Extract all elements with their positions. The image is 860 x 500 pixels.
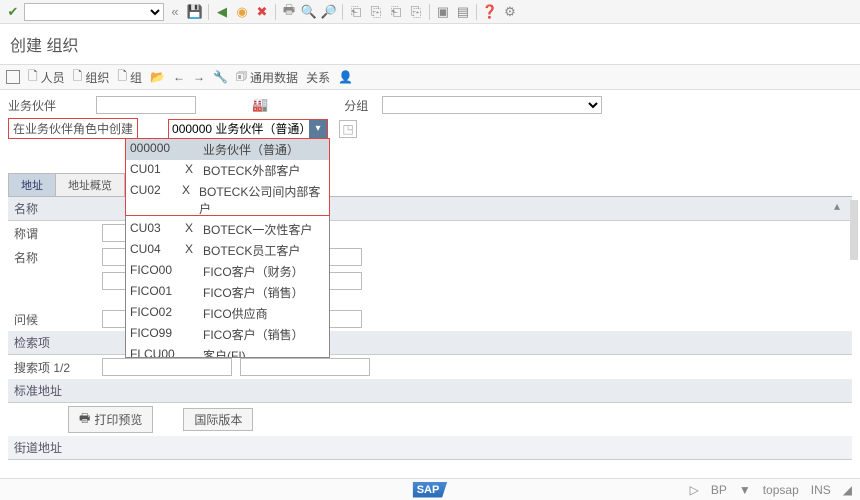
print-icon[interactable]: 🖶 — [280, 3, 298, 21]
name-field-label: 名称 — [14, 249, 94, 266]
role-dropdown-list: 000000业务伙伴（普通）CU01XBOTECK外部客户CU02XBOTECK… — [125, 138, 330, 358]
layout-icon[interactable]: ▤ — [454, 3, 472, 21]
group-label: 分组 — [344, 97, 374, 114]
dropdown-item[interactable]: CU01XBOTECK外部客户 — [126, 160, 329, 181]
check-icon[interactable]: 🔧 — [213, 70, 228, 84]
page-first-icon[interactable]: ⎗ — [347, 3, 365, 21]
cancel-icon[interactable]: ✖ — [253, 3, 271, 21]
dropdown-item[interactable]: FICO99FICO客户（销售） — [126, 324, 329, 345]
role-dropdown[interactable]: 000000 业务伙伴（普通） ▾ — [168, 119, 328, 139]
search1-input[interactable] — [102, 358, 232, 376]
dropdown-item[interactable]: FICO00FICO客户（财务） — [126, 261, 329, 282]
find-next-icon[interactable]: 🔎 — [320, 3, 338, 21]
greeting-label: 问候 — [14, 311, 94, 328]
footer-mode: INS — [811, 483, 831, 497]
role-value: 000000 业务伙伴（普通） — [169, 120, 309, 137]
group-button[interactable]: 🗋 组 — [117, 67, 142, 88]
folder-icon[interactable]: 📂 — [150, 70, 165, 84]
dropdown-item[interactable]: FICO01FICO客户（销售） — [126, 282, 329, 303]
partner-input[interactable] — [96, 96, 196, 114]
back-icon[interactable]: ◀ — [213, 3, 231, 21]
relation-button[interactable]: 关系 — [306, 69, 330, 86]
group-select[interactable] — [382, 96, 602, 114]
scrollbar[interactable] — [850, 200, 858, 260]
relation-label: 关系 — [306, 69, 330, 86]
street-header: 街道地址 — [8, 436, 852, 460]
dropdown-item[interactable]: CU04XBOTECK员工客户 — [126, 240, 329, 261]
search2-input[interactable] — [240, 358, 370, 376]
footer-user: topsap — [763, 483, 799, 497]
partner-label: 业务伙伴 — [8, 97, 88, 114]
find-icon[interactable]: 🔍 — [300, 3, 318, 21]
prev-icon[interactable]: « — [166, 3, 184, 21]
command-select[interactable] — [24, 3, 164, 21]
sub-toolbar: 🗋 人员 🗋 组织 🗋 组 📂 ← → 🔧 🗊 通用数据 关系 👤 — [0, 64, 860, 90]
title-field-label: 称谓 — [14, 225, 94, 242]
sap-logo: SAP — [413, 482, 448, 498]
addr-header: 标准地址 — [8, 379, 852, 403]
create-role-label: 在业务伙伴角色中创建 — [8, 118, 138, 139]
main-toolbar: ✔ « 💾 ◀ ◉ ✖ 🖶 🔍 🔎 ⎗ ⎘ ⎗ ⎘ ▣ ▤ ❓ ⚙ — [0, 0, 860, 24]
footer-bp: BP — [711, 483, 727, 497]
new-session-icon[interactable]: ▣ — [434, 3, 452, 21]
dropdown-item[interactable]: CU03XBOTECK一次性客户 — [126, 219, 329, 240]
page-down-icon[interactable]: ⎗ — [387, 3, 405, 21]
page-last-icon[interactable]: ⎘ — [407, 3, 425, 21]
save-icon[interactable]: 💾 — [186, 3, 204, 21]
page-up-icon[interactable]: ⎘ — [367, 3, 385, 21]
dropdown-item[interactable]: 000000业务伙伴（普通） — [126, 139, 329, 160]
footer-resize-icon: ◢ — [843, 483, 852, 497]
search12-label: 搜索项 1/2 — [14, 359, 94, 376]
tab-address[interactable]: 地址 — [8, 173, 56, 196]
dropdown-item[interactable]: FICO02FICO供应商 — [126, 303, 329, 324]
nav-prev-icon[interactable]: ← — [173, 70, 185, 84]
status-bar: SAP ▷ BP ▼ topsap INS ◢ — [0, 478, 860, 500]
page-title: 创建 组织 — [0, 24, 860, 64]
group-label: 组 — [130, 69, 142, 86]
intl-version-button[interactable]: 国际版本 — [183, 408, 253, 431]
org-label: 组织 — [85, 69, 109, 86]
role-helper-icon[interactable]: ◳ — [339, 120, 357, 138]
org-button[interactable]: 🗋 组织 — [73, 67, 110, 88]
accept-icon[interactable]: ✔ — [4, 3, 22, 21]
collapse-icon[interactable]: ▴ — [834, 199, 848, 213]
footer-sep: ▷ — [690, 483, 699, 497]
tab-address-overview[interactable]: 地址概览 — [55, 173, 125, 196]
grid-button[interactable] — [6, 70, 20, 84]
addr-section: 标准地址 🖶 打印预览 国际版本 街道地址 — [8, 379, 852, 460]
exit-icon[interactable]: ◉ — [233, 3, 251, 21]
nav-next-icon[interactable]: → — [193, 70, 205, 84]
general-label: 通用数据 — [250, 69, 298, 86]
dropdown-item[interactable]: FLCU00客户(FI) — [126, 345, 329, 358]
user-icon[interactable]: 👤 — [338, 70, 353, 84]
help-icon[interactable]: ❓ — [481, 3, 499, 21]
general-button[interactable]: 🗊 通用数据 — [236, 67, 298, 88]
dropdown-item[interactable]: CU02XBOTECK公司间内部客户 — [126, 181, 329, 219]
dropdown-arrow-icon[interactable]: ▾ — [309, 120, 327, 138]
person-button[interactable]: 🗋 人员 — [28, 67, 65, 88]
print-preview-button[interactable]: 🖶 打印预览 — [68, 406, 153, 433]
settings-icon[interactable]: ⚙ — [501, 3, 519, 21]
building-icon: 🏭 — [252, 97, 268, 113]
person-label: 人员 — [41, 69, 65, 86]
